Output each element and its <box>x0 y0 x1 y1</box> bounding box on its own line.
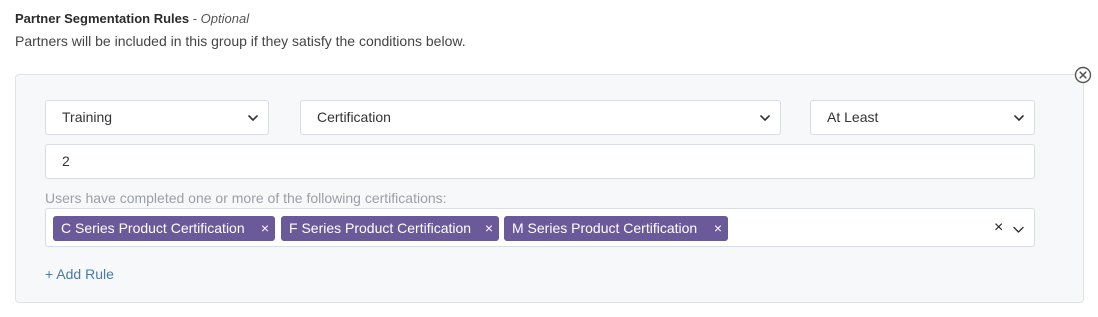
optional-label: Optional <box>200 11 250 26</box>
category-select[interactable]: Training <box>45 100 269 135</box>
chip-remove-icon[interactable]: × <box>485 216 493 241</box>
count-input-value: 2 <box>62 153 70 169</box>
operator-select[interactable]: At Least <box>810 100 1035 135</box>
section-description: Partners will be included in this group … <box>15 33 466 49</box>
section-heading: Partner Segmentation Rules - Optional <box>15 11 249 27</box>
chevron-down-icon <box>248 115 258 121</box>
title-separator: - <box>189 11 201 26</box>
type-select[interactable]: Certification <box>300 100 781 135</box>
chevron-down-icon <box>760 115 770 121</box>
chevron-down-icon[interactable] <box>1012 223 1025 236</box>
chip-label: M Series Product Certification <box>512 220 698 236</box>
certifications-multiselect[interactable]: C Series Product Certification × F Serie… <box>45 208 1035 247</box>
section-title: Partner Segmentation Rules <box>15 11 190 26</box>
category-select-value: Training <box>62 109 113 125</box>
clear-all-icon[interactable]: × <box>994 219 1003 237</box>
chevron-down-icon <box>1014 115 1024 121</box>
chip-label: C Series Product Certification <box>61 220 245 236</box>
selected-certification-chip: F Series Product Certification × <box>281 216 499 241</box>
chip-label: F Series Product Certification <box>289 220 472 236</box>
chip-remove-icon[interactable]: × <box>714 216 722 241</box>
count-input[interactable]: 2 <box>45 144 1035 179</box>
certifications-help-text: Users have completed one or more of the … <box>45 190 447 206</box>
type-select-value: Certification <box>317 109 391 125</box>
operator-select-value: At Least <box>827 109 879 125</box>
chip-remove-icon[interactable]: × <box>261 216 269 241</box>
add-rule-link[interactable]: + Add Rule <box>45 266 114 282</box>
selected-certification-chip: M Series Product Certification × <box>504 216 728 241</box>
selected-certification-chip: C Series Product Certification × <box>53 216 275 241</box>
remove-rule-icon[interactable] <box>1074 66 1092 84</box>
